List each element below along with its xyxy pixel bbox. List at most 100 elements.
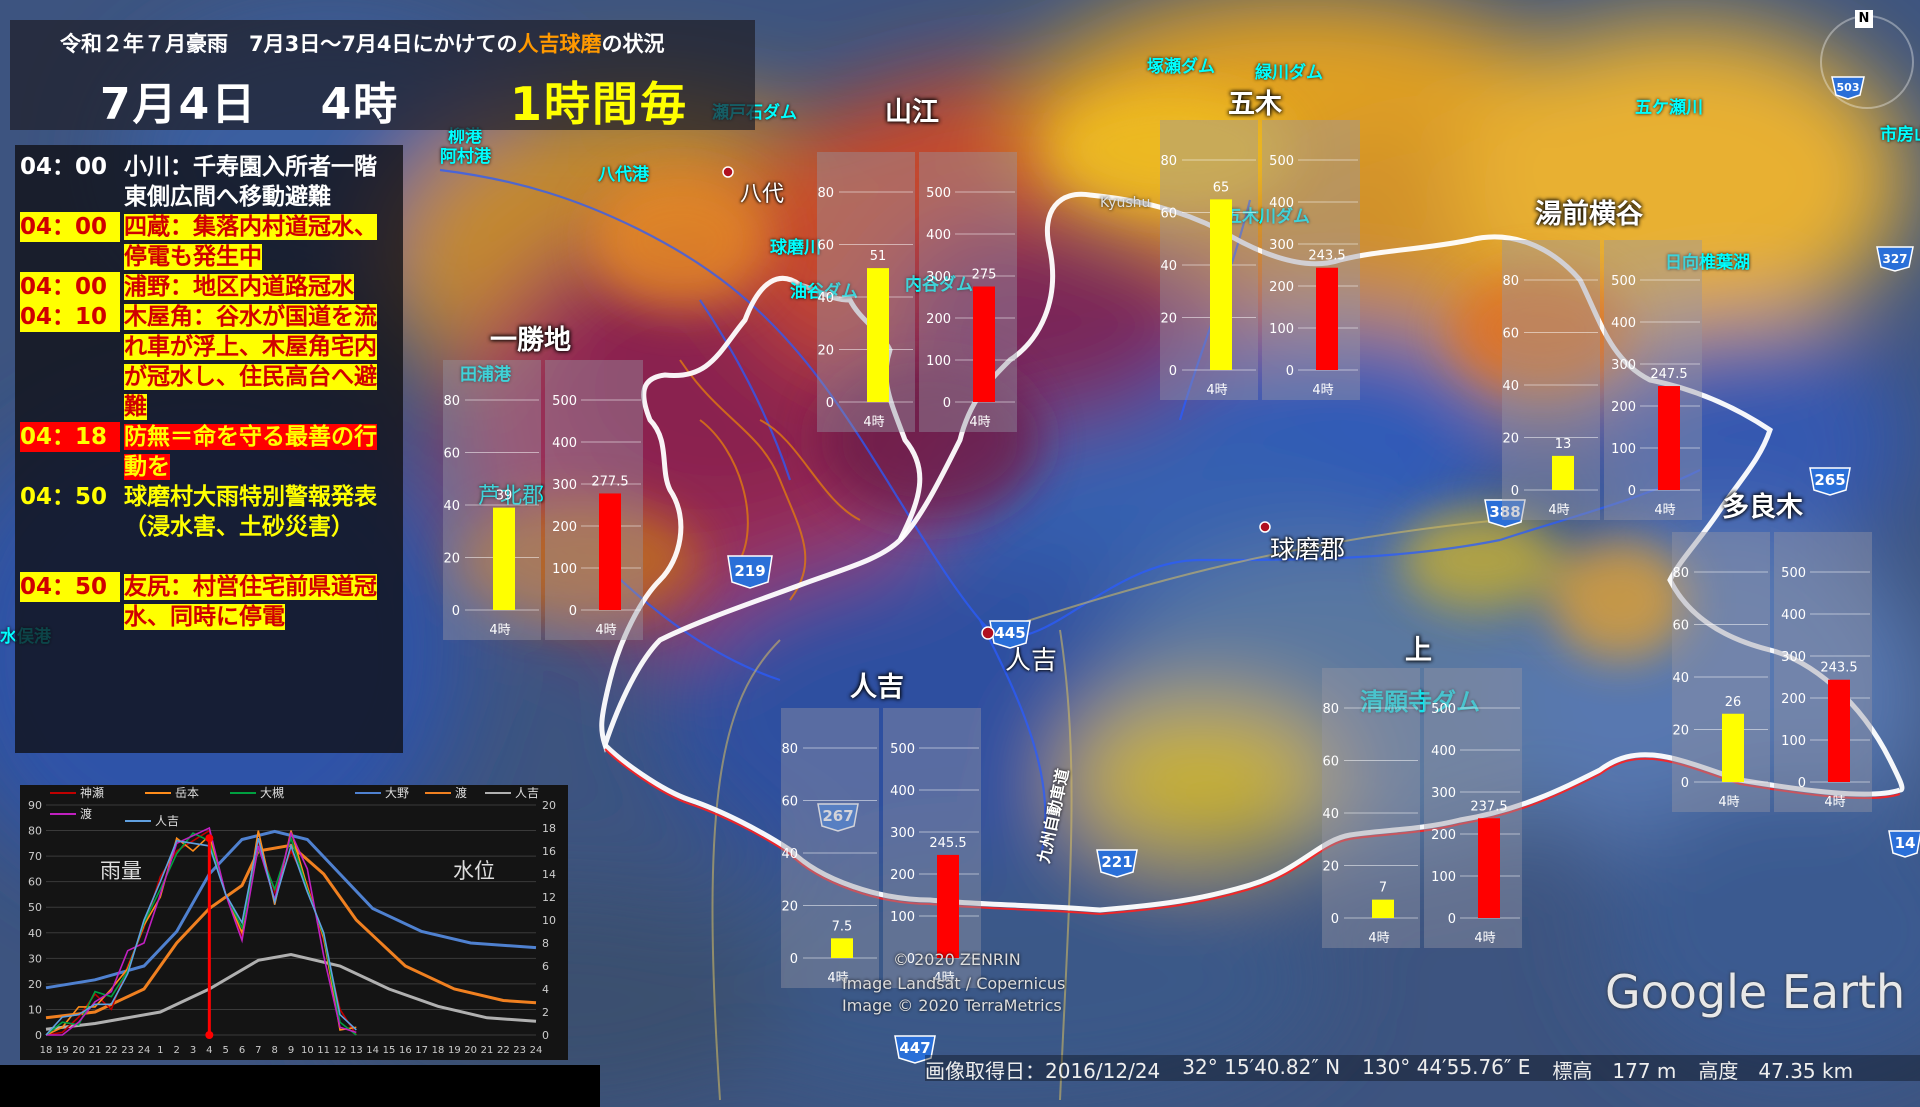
rain-value-label: 7.5 bbox=[832, 919, 853, 934]
station-chart: 0 20 40 60 80 0 100 200 300 400 500 39 277.5 4時 4時 bbox=[443, 360, 643, 640]
route-327-icon: 327 bbox=[1876, 246, 1914, 272]
route-219-icon: 219 bbox=[727, 555, 773, 589]
event-time: 04：00 bbox=[20, 154, 108, 180]
rain-tick-label: 0 bbox=[790, 952, 798, 967]
legend-label: 岳本 bbox=[175, 786, 199, 800]
hydro-x-tick: 12 bbox=[334, 1045, 347, 1056]
svg-text:219: 219 bbox=[734, 562, 765, 580]
station-name: 山江 bbox=[885, 97, 939, 128]
legend-label: 大野 bbox=[385, 786, 409, 800]
hydro-left-tick: 60 bbox=[28, 876, 42, 889]
rain-value-label: 13 bbox=[1555, 437, 1572, 452]
level-tick-label: 0 bbox=[1448, 912, 1456, 927]
level-tick-label: 400 bbox=[926, 228, 951, 243]
rain-tick-label: 80 bbox=[781, 742, 798, 757]
current-time-marker-bottom bbox=[205, 1031, 214, 1039]
level-value-label: 247.5 bbox=[1650, 367, 1687, 382]
hydro-right-tick: 12 bbox=[542, 891, 556, 904]
station-name: 五木 bbox=[1228, 89, 1282, 120]
level-bar bbox=[1316, 267, 1338, 370]
rain-tick-label: 40 bbox=[1502, 379, 1519, 394]
event-item: 04：50 球磨村大雨特別警報発表（浸水害、土砂災害） bbox=[20, 482, 390, 542]
hydro-x-tick: 19 bbox=[56, 1045, 69, 1056]
hydro-left-tick: 0 bbox=[35, 1029, 42, 1042]
hydro-x-tick: 11 bbox=[317, 1045, 330, 1056]
current-hour: 4時 bbox=[320, 79, 400, 130]
level-value-label: 275 bbox=[972, 268, 997, 283]
hydro-left-tick: 10 bbox=[28, 1003, 42, 1016]
place-marker-kuma-county bbox=[1259, 521, 1271, 533]
level-tick-label: 300 bbox=[1781, 650, 1806, 665]
compass-control[interactable] bbox=[1820, 15, 1914, 109]
hydro-right-tick: 16 bbox=[542, 845, 556, 858]
hydro-left-tick: 30 bbox=[28, 952, 42, 965]
rain-value-label: 39 bbox=[496, 489, 513, 504]
level-value-label: 277.5 bbox=[591, 474, 628, 489]
svg-text:445: 445 bbox=[994, 624, 1025, 642]
event-time: 04：50 bbox=[20, 572, 120, 602]
station-chart: 0 20 40 60 80 0 100 200 300 400 500 26 243.5 4時 4時 bbox=[1672, 532, 1872, 812]
rain-tick-label: 80 bbox=[817, 186, 834, 201]
rain-tick-label: 60 bbox=[1502, 327, 1519, 342]
hydro-x-tick: 23 bbox=[121, 1045, 134, 1056]
level-tick-label: 100 bbox=[1781, 734, 1806, 749]
level-tick-label: 500 bbox=[1781, 566, 1806, 581]
rain-tick-label: 20 bbox=[1502, 432, 1519, 447]
level-tick-label: 0 bbox=[1798, 776, 1806, 791]
level-tick-label: 100 bbox=[926, 354, 951, 369]
rain-tick-label: 40 bbox=[781, 847, 798, 862]
rain-x-label: 4時 bbox=[489, 623, 510, 638]
level-tick-label: 200 bbox=[890, 868, 915, 883]
rain-value-label: 7 bbox=[1379, 881, 1387, 896]
rain-tick-label: 0 bbox=[1331, 912, 1339, 927]
hydro-x-tick: 17 bbox=[415, 1045, 428, 1056]
rain-tick-label: 20 bbox=[781, 900, 798, 915]
level-tick-label: 300 bbox=[1431, 786, 1456, 801]
level-tick-label: 400 bbox=[1431, 744, 1456, 759]
hydro-x-tick: 8 bbox=[271, 1045, 277, 1056]
hydro-x-tick: 21 bbox=[89, 1045, 102, 1056]
hydro-right-tick: 20 bbox=[542, 799, 556, 812]
rain-tick-label: 40 bbox=[1672, 671, 1689, 686]
status-latitude: 32° 15′40.82″ N bbox=[1182, 1055, 1341, 1079]
level-tick-label: 300 bbox=[890, 826, 915, 841]
north-icon[interactable]: N bbox=[1855, 10, 1873, 28]
level-tick-label: 0 bbox=[943, 396, 951, 411]
level-bar bbox=[599, 493, 621, 610]
hydro-x-tick: 16 bbox=[399, 1045, 412, 1056]
hydro-left-tick: 90 bbox=[28, 799, 42, 812]
rain-value-label: 51 bbox=[870, 249, 887, 264]
hydro-x-tick: 20 bbox=[464, 1045, 477, 1056]
rain-bar bbox=[1372, 899, 1394, 918]
rain-bar bbox=[867, 268, 889, 402]
svg-text:14: 14 bbox=[1895, 834, 1916, 852]
hydro-right-tick: 4 bbox=[542, 983, 549, 996]
current-time-marker-top bbox=[205, 834, 214, 843]
place-marker-hitoyoshi bbox=[981, 626, 995, 640]
level-bar bbox=[1658, 386, 1680, 490]
event-item: 04：10 木屋角：谷水が国道を流れ車が浮上、木屋角宅内が冠水し、住民高台へ避難 bbox=[20, 302, 390, 422]
hydro-x-tick: 20 bbox=[72, 1045, 85, 1056]
level-tick-label: 500 bbox=[1269, 154, 1294, 169]
event-text: 浦野：地区内道路冠水 bbox=[124, 274, 354, 300]
hydro-left-tick: 20 bbox=[28, 978, 42, 991]
hydro-x-tick: 24 bbox=[530, 1045, 543, 1056]
status-bar: 画像取得日：2016/12/24 32° 15′40.82″ N 130° 44… bbox=[925, 1055, 1920, 1083]
level-x-label: 4時 bbox=[1824, 795, 1845, 810]
current-date: 7月4日 bbox=[100, 79, 258, 130]
level-tick-label: 400 bbox=[1781, 608, 1806, 623]
level-tick-label: 300 bbox=[552, 478, 577, 493]
level-value-label: 237.5 bbox=[1470, 799, 1507, 814]
rain-tick-label: 80 bbox=[1672, 566, 1689, 581]
rain-tick-label: 0 bbox=[1169, 364, 1177, 379]
level-tick-label: 0 bbox=[1628, 484, 1636, 499]
level-tick-label: 500 bbox=[890, 742, 915, 757]
place-marker-yatsushiro bbox=[722, 166, 734, 178]
level-tick-label: 400 bbox=[1269, 196, 1294, 211]
rain-tick-label: 40 bbox=[1160, 259, 1177, 274]
rain-tick-label: 60 bbox=[817, 239, 834, 254]
hydro-left-tick: 40 bbox=[28, 927, 42, 940]
level-bar bbox=[937, 854, 959, 958]
level-tick-label: 200 bbox=[926, 312, 951, 327]
level-tick-label: 100 bbox=[1611, 442, 1636, 457]
